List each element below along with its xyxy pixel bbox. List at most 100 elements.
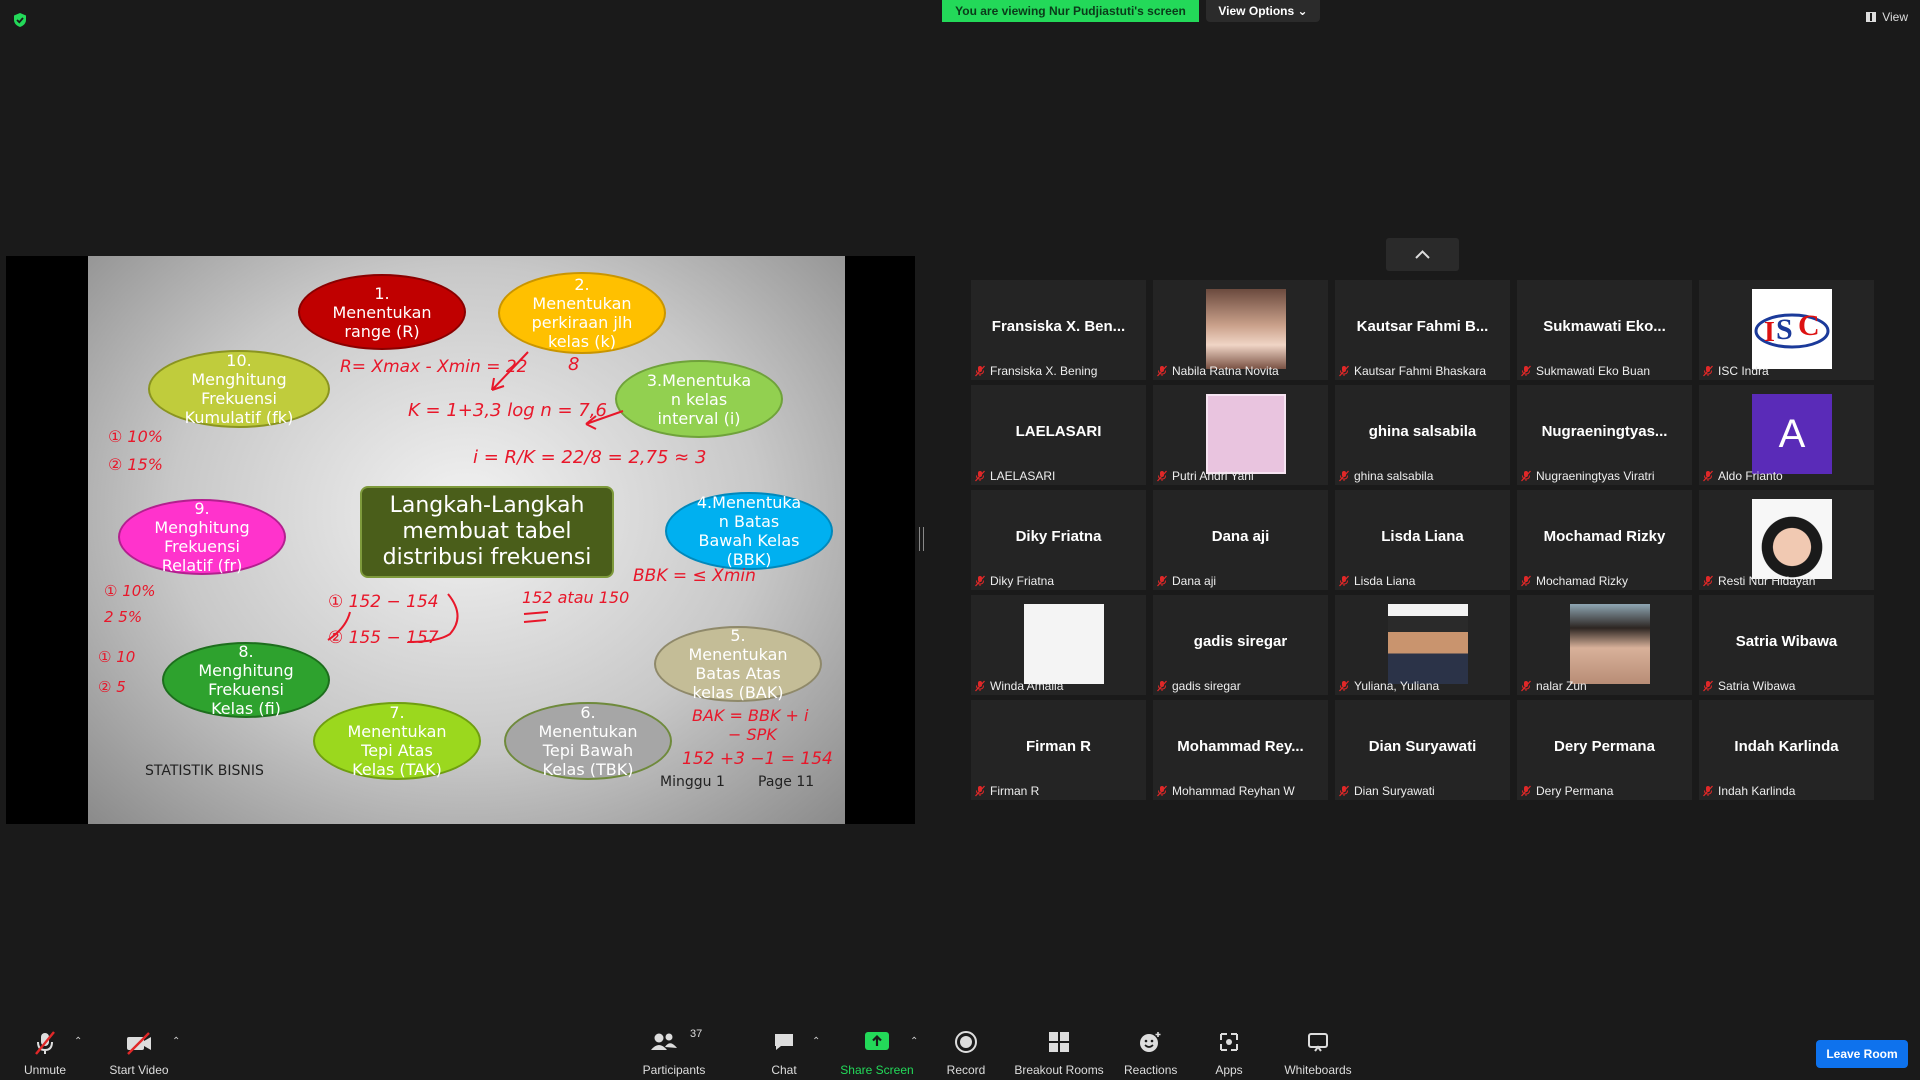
reactions-icon <box>1140 1032 1161 1052</box>
participant-tile[interactable]: Dery Permana Dery Permana <box>1517 700 1692 800</box>
audio-options-caret-icon[interactable]: ⌃ <box>74 1036 82 1047</box>
participant-tile[interactable]: Putri Andri Yani <box>1153 385 1328 485</box>
video-options-caret-icon[interactable]: ⌃ <box>172 1036 180 1047</box>
participant-name: Dana aji <box>1172 574 1217 588</box>
participant-name: Satria Wibawa <box>1718 679 1796 693</box>
participant-name: Firman R <box>990 784 1040 798</box>
participant-name-bar: gadis siregar <box>1156 678 1241 694</box>
whiteboards-button[interactable]: Whiteboards <box>1280 1018 1356 1080</box>
participant-display-name: Dana aji <box>1211 528 1270 545</box>
participant-name-bar: Firman R <box>974 783 1039 799</box>
participant-name-bar: Indah Karlinda <box>1702 783 1795 799</box>
participant-tile[interactable]: LAELASARI LAELASARI <box>971 385 1146 485</box>
participant-tile[interactable]: A Aldo Frianto <box>1699 385 1874 485</box>
view-label: View <box>1882 10 1908 24</box>
svg-text:I: I <box>1764 317 1775 348</box>
muted-mic-icon <box>1157 785 1167 797</box>
participant-name-bar: Dery Permana <box>1520 783 1613 799</box>
svg-text:C: C <box>1798 309 1820 342</box>
participant-tile[interactable]: Yuliana, Yuliana <box>1335 595 1510 695</box>
participant-tile[interactable]: Lisda Liana Lisda Liana <box>1335 490 1510 590</box>
hw-fi-2: ② 5 <box>98 678 126 696</box>
participant-tile[interactable]: Dana aji Dana aji <box>1153 490 1328 590</box>
muted-mic-icon <box>1521 785 1531 797</box>
muted-mic-icon <box>975 470 985 482</box>
white-square <box>1024 604 1104 684</box>
participant-name: Nugraeningtyas Viratri <box>1536 469 1655 483</box>
participant-name: Aldo Frianto <box>1718 469 1783 483</box>
participant-name: Lisda Liana <box>1354 574 1416 588</box>
view-options-label: View Options <box>1218 4 1295 18</box>
view-button[interactable]: View <box>1866 10 1908 24</box>
shared-screen[interactable]: 1. Menentukan range (R) 2. Menentukan pe… <box>6 256 915 824</box>
participant-tile[interactable]: Diky Friatna Diky Friatna <box>971 490 1146 590</box>
panel-splitter-handle[interactable] <box>919 527 924 551</box>
hw-fr-1: ① 10% <box>104 582 156 600</box>
participant-tile[interactable]: Satria Wibawa Satria Wibawa <box>1699 595 1874 695</box>
hw-fk-2: ② 15% <box>108 455 163 474</box>
participant-display-name: Satria Wibawa <box>1735 633 1838 650</box>
muted-mic-icon <box>1521 470 1531 482</box>
breakout-rooms-icon <box>1049 1032 1069 1052</box>
breakout-rooms-label: Breakout Rooms <box>1014 1063 1104 1077</box>
muted-mic-icon <box>1703 785 1713 797</box>
participant-name: Mohammad Reyhan W <box>1172 784 1295 798</box>
hw-k-formula: K = 1+3,3 log n = 7,6 <box>408 400 607 421</box>
participant-name-bar: Nugraeningtyas Viratri <box>1520 468 1655 484</box>
participant-tile[interactable]: Firman R Firman R <box>971 700 1146 800</box>
start-video-button[interactable]: Start Video <box>104 1018 174 1080</box>
participants-button[interactable]: 37 Participants <box>636 1018 712 1080</box>
participant-tile[interactable]: Mochamad Rizky Mochamad Rizky <box>1517 490 1692 590</box>
participants-icon <box>651 1033 677 1050</box>
participant-tile[interactable]: Sukmawati Eko... Sukmawati Eko Buan <box>1517 280 1692 380</box>
participant-tile[interactable]: Mohammad Rey... Mohammad Reyhan W <box>1153 700 1328 800</box>
apps-icon <box>1220 1033 1238 1051</box>
record-button[interactable]: Record <box>942 1018 990 1080</box>
unmute-button[interactable]: Unmute <box>14 1018 76 1080</box>
hw-class-2: ② 155 − 157 <box>328 628 439 648</box>
collapse-gallery-button[interactable] <box>1386 238 1459 271</box>
participant-tile[interactable]: Nabila Ratna Novita <box>1153 280 1328 380</box>
participant-name-bar: Dian Suryawati <box>1338 783 1435 799</box>
participant-name-bar: Diky Friatna <box>974 573 1054 589</box>
participant-tile[interactable]: ghina salsabila ghina salsabila <box>1335 385 1510 485</box>
muted-mic-icon <box>975 680 985 692</box>
chat-button[interactable]: Chat <box>763 1018 805 1080</box>
chat-options-caret-icon[interactable]: ⌃ <box>812 1036 820 1047</box>
security-shield-icon[interactable] <box>12 12 28 28</box>
participant-display-name: Dian Suryawati <box>1368 738 1477 755</box>
participant-display-name: Lisda Liana <box>1381 528 1464 545</box>
participant-tile[interactable]: Indah Karlinda Indah Karlinda <box>1699 700 1874 800</box>
participant-tile[interactable]: Nugraeningtyas... Nugraeningtyas Viratri <box>1517 385 1692 485</box>
whiteboard-icon <box>1308 1033 1328 1052</box>
participant-display-name: Diky Friatna <box>1015 528 1102 545</box>
muted-mic-icon <box>1157 365 1167 377</box>
muted-microphone-icon <box>35 1031 55 1055</box>
apps-button[interactable]: Apps <box>1208 1018 1250 1080</box>
participant-tile[interactable]: Fransiska X. Ben... Fransiska X. Bening <box>971 280 1146 380</box>
participant-tile[interactable]: Dian Suryawati Dian Suryawati <box>1335 700 1510 800</box>
participant-tile[interactable]: gadis siregar gadis siregar <box>1153 595 1328 695</box>
view-options-button[interactable]: View Options ⌄ <box>1206 0 1320 22</box>
muted-mic-icon <box>1521 575 1531 587</box>
participant-tile[interactable]: nalar Zun <box>1517 595 1692 695</box>
share-screen-button[interactable]: Share Screen <box>840 1018 914 1080</box>
participant-tile[interactable]: Kautsar Fahmi B... Kautsar Fahmi Bhaskara <box>1335 280 1510 380</box>
participant-tile[interactable]: I S C ISC Indra <box>1699 280 1874 380</box>
participant-display-name: Kautsar Fahmi B... <box>1356 318 1489 335</box>
share-options-caret-icon[interactable]: ⌃ <box>910 1036 918 1047</box>
breakout-rooms-button[interactable]: Breakout Rooms <box>1012 1018 1106 1080</box>
participant-name-bar: Lisda Liana <box>1338 573 1415 589</box>
reactions-button[interactable]: Reactions <box>1124 1018 1177 1080</box>
participant-tile[interactable]: Winda Amalia <box>971 595 1146 695</box>
participant-tile[interactable]: Resti Nur Hidayah <box>1699 490 1874 590</box>
leave-room-button[interactable]: Leave Room <box>1816 1040 1908 1068</box>
hw-class-1: ① 152 − 154 <box>328 592 439 612</box>
participant-name-bar: Satria Wibawa <box>1702 678 1795 694</box>
hw-k-value: 8 <box>568 354 579 375</box>
hw-bak-3: 152 +3 −1 = 154 <box>682 749 833 769</box>
participant-name-bar: Aldo Frianto <box>1702 468 1783 484</box>
participant-name: Kautsar Fahmi Bhaskara <box>1354 364 1487 378</box>
participant-name-bar: Sukmawati Eko Buan <box>1520 363 1650 379</box>
student-photo <box>1388 604 1468 684</box>
